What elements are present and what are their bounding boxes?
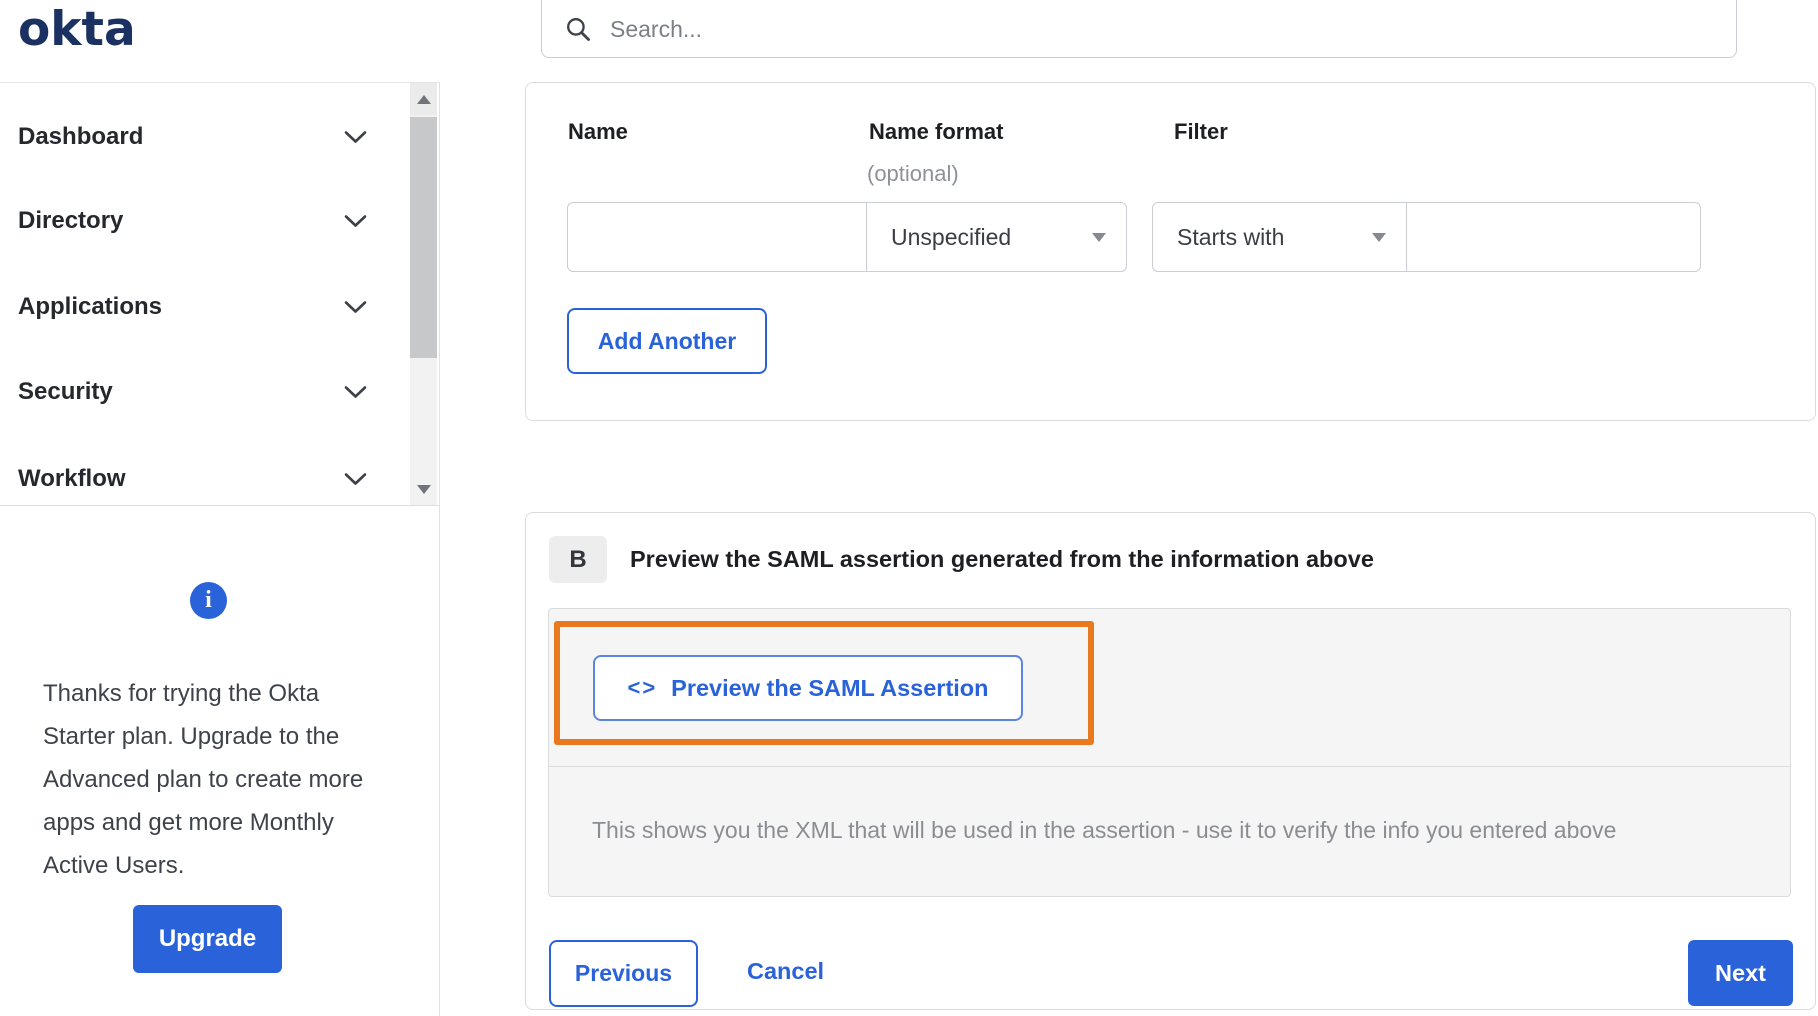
scroll-up-button[interactable] [410,83,437,115]
previous-button[interactable]: Previous [549,940,698,1007]
search-input[interactable] [608,8,1736,50]
sidebar-divider [439,82,440,1016]
filter-type-select[interactable]: Starts with [1152,202,1407,272]
cancel-link[interactable]: Cancel [747,958,824,985]
code-icon: <> [627,675,658,700]
sidebar-item-applications[interactable]: Applications [0,265,404,349]
name-format-value: Unspecified [891,223,1012,250]
sidebar-item-directory[interactable]: Directory [0,179,404,263]
okta-admin-window: okta Dashboard Directory Applications [0,0,1818,1016]
column-note-optional: (optional) [867,161,959,186]
sidebar-item-security[interactable]: Security [0,350,404,434]
scrollbar-thumb[interactable] [410,117,437,358]
caret-down-icon [1092,232,1106,242]
sidebar-item-label: Security [18,378,113,405]
caret-down-icon [1372,232,1386,242]
chevron-down-icon [344,473,367,485]
column-header-filter: Filter [1174,119,1228,144]
chevron-down-icon [344,131,367,143]
chevron-down-icon [344,386,367,398]
name-format-select[interactable]: Unspecified [866,202,1127,272]
scroll-down-button[interactable] [410,473,437,505]
next-button[interactable]: Next [1688,940,1793,1006]
upgrade-button[interactable]: Upgrade [133,905,282,973]
preview-panel-bottom: This shows you the XML that will be used… [549,766,1790,897]
step-b-badge: B [549,536,607,583]
chevron-down-icon [344,301,367,313]
preview-panel: <> Preview the SAML Assertion This shows… [548,608,1791,897]
attribute-name-input[interactable] [567,202,867,272]
sidebar-item-label: Applications [18,293,163,320]
sidebar-item-label: Directory [18,207,124,234]
preview-panel-description: This shows you the XML that will be used… [592,817,1617,843]
column-header-name: Name [568,119,628,144]
okta-logo[interactable]: okta [18,2,136,57]
preview-panel-top: <> Preview the SAML Assertion [549,609,1790,766]
sidebar-item-dashboard[interactable]: Dashboard [0,95,404,179]
search-box-inner [542,1,1736,57]
preview-saml-assertion-button[interactable]: <> Preview the SAML Assertion [593,655,1023,721]
sidebar-item-label: Dashboard [18,123,144,150]
add-another-button[interactable]: Add Another [567,308,767,374]
sidebar-nav: Dashboard Directory Applications Securit… [0,82,439,506]
step-b-title: Preview the SAML assertion generated fro… [630,546,1374,572]
chevron-down-icon [344,215,367,227]
filter-value-input[interactable] [1406,202,1701,272]
search-icon [567,18,590,41]
preview-saml-assertion-label: Preview the SAML Assertion [671,674,989,701]
sidebar-item-label: Workflow [18,465,126,492]
info-icon: i [190,582,227,619]
search-box[interactable] [541,0,1737,58]
scroll-up-icon [416,94,431,104]
column-header-name-format: Name format [869,119,1004,144]
filter-type-value: Starts with [1177,223,1285,250]
sidebar-scrollbar[interactable] [410,83,437,505]
sidebar-item-workflow[interactable]: Workflow [0,437,404,521]
scroll-down-icon [416,484,431,494]
upgrade-message: Thanks for trying the Okta Starter plan.… [43,680,364,879]
